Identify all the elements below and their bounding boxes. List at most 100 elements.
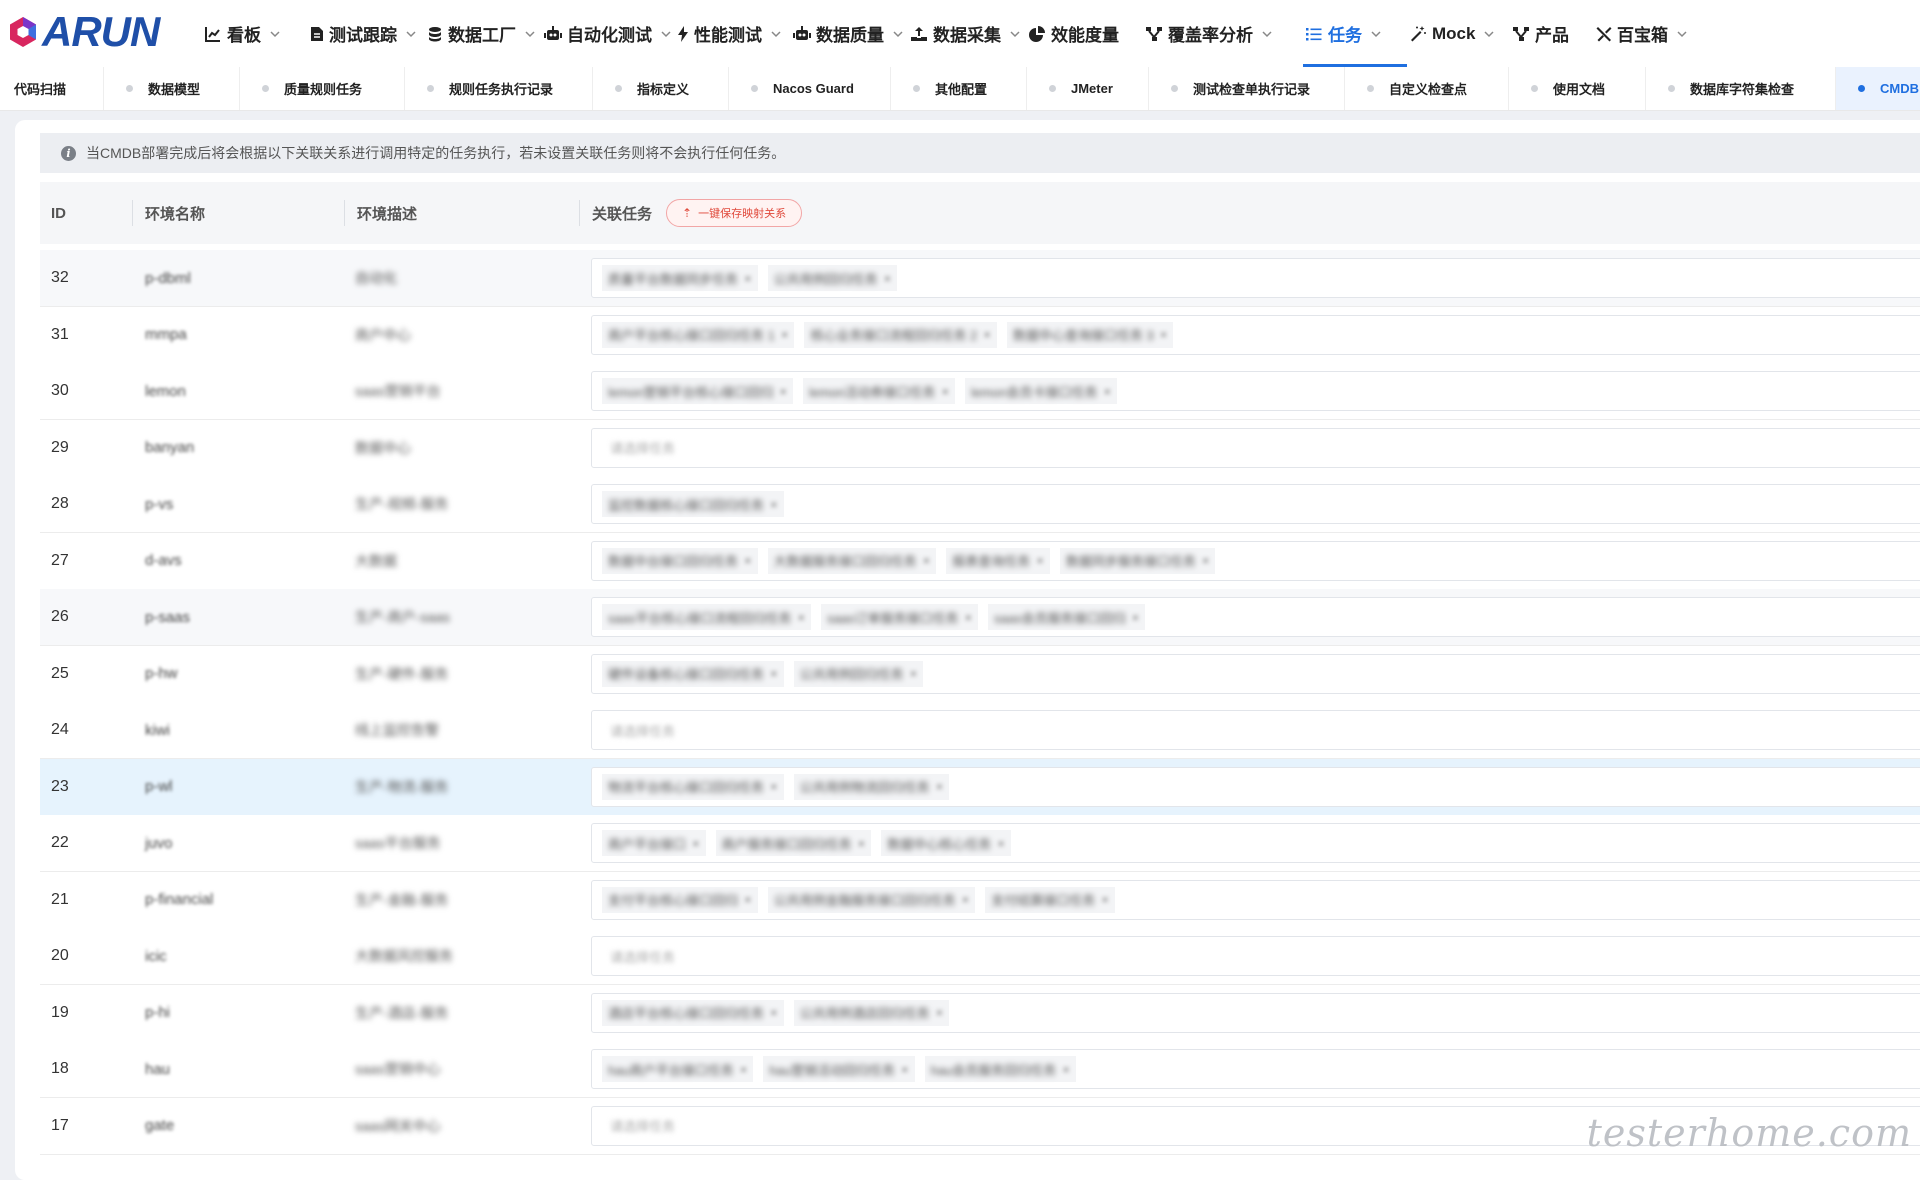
close-icon[interactable]: ×	[983, 327, 991, 342]
close-icon[interactable]: ×	[1202, 553, 1210, 568]
tab-5[interactable]: Nacos Guard	[729, 67, 891, 110]
nav-item-12[interactable]: 百宝箱	[1593, 0, 1700, 67]
task-tag[interactable]: 物流平台核心接口回归任务 ×	[602, 773, 784, 800]
task-tag[interactable]: 公共用例金融服务接口回归任务 ×	[767, 886, 976, 913]
task-tag[interactable]: saas平台核心接口流程回归任务 ×	[602, 604, 812, 630]
task-tag[interactable]: hau营销活动回归任务 ×	[763, 1056, 915, 1082]
close-icon[interactable]: ×	[744, 271, 752, 286]
tab-9[interactable]: 自定义检查点	[1345, 67, 1509, 110]
nav-item-0[interactable]: 看板	[202, 0, 308, 67]
table-row[interactable]: 23 p-wl 生产-物流-服务 物流平台核心接口回归任务 × 公共用例物流回归任务 ×	[40, 758, 1920, 816]
close-icon[interactable]: ×	[1132, 610, 1140, 625]
nav-item-6[interactable]: 数据采集	[908, 0, 1026, 67]
related-tasks-select[interactable]: 质量平台数据同步任务 × 公共用例回归任务 ×	[591, 258, 1920, 298]
task-tag[interactable]: saas会员服务接口回归 ×	[988, 604, 1146, 630]
tab-1[interactable]: 数据模型	[104, 67, 240, 110]
related-tasks-select[interactable]: 请选择任务	[591, 427, 1920, 468]
tab-7[interactable]: JMeter	[1027, 67, 1149, 110]
close-icon[interactable]: ×	[1036, 553, 1044, 568]
task-tag[interactable]: hau会员服务回归任务 ×	[924, 1056, 1076, 1082]
table-row[interactable]: 21 p-financial 生产-金融-服务 支付平台核心接口回归 × 公共用例金融服务…	[40, 871, 1920, 929]
nav-item-11[interactable]: 产品	[1510, 0, 1593, 67]
close-icon[interactable]: ×	[858, 836, 866, 851]
task-tag[interactable]: 商户服务接口回归任务 ×	[715, 830, 872, 856]
nav-item-2[interactable]: 数据工厂	[425, 0, 542, 67]
task-tag[interactable]: 商户平台接口 ×	[602, 830, 706, 856]
close-icon[interactable]: ×	[910, 666, 918, 681]
tab-12[interactable]: CMDB	[1836, 67, 1920, 110]
related-tasks-select[interactable]: 硬件设备核心接口回归任务 × 公共用例回归任务 ×	[591, 653, 1920, 694]
close-icon[interactable]: ×	[781, 327, 789, 342]
tab-0[interactable]: 代码扫描	[0, 67, 104, 110]
close-icon[interactable]: ×	[770, 779, 778, 794]
task-tag[interactable]: 公共用例酒店回归任务 ×	[793, 999, 950, 1026]
close-icon[interactable]: ×	[779, 384, 787, 399]
table-row[interactable]: 25 p-hw 生产-硬件-服务 硬件设备核心接口回归任务 × 公共用例回归任务 ×	[40, 645, 1920, 703]
nav-item-10[interactable]: Mock	[1407, 0, 1510, 67]
nav-item-8[interactable]: 覆盖率分析	[1143, 0, 1303, 67]
tab-10[interactable]: 使用文档	[1509, 67, 1646, 110]
task-tag[interactable]: 核心业务接口流程回归任务 2 ×	[804, 321, 997, 348]
close-icon[interactable]: ×	[1062, 1062, 1070, 1077]
task-tag[interactable]: lemon会员卡接口任务 ×	[965, 378, 1118, 404]
task-tag[interactable]: hau商户平台接口任务 ×	[602, 1056, 754, 1082]
related-tasks-select[interactable]: 请选择任务	[591, 710, 1920, 750]
related-tasks-select[interactable]: 请选择任务	[591, 936, 1920, 976]
task-tag[interactable]: 支付结算接口任务 ×	[985, 886, 1115, 913]
table-row[interactable]: 30 lemon saas营销平台 lemon营销平台核心接口回归 × lemon活动券接…	[40, 363, 1920, 420]
close-icon[interactable]: ×	[941, 384, 949, 399]
nav-item-7[interactable]: 效能度量	[1026, 0, 1143, 67]
task-tag[interactable]: 公共用例回归任务 ×	[793, 660, 924, 687]
app-logo[interactable]: ARUN	[6, 11, 160, 53]
related-tasks-select[interactable]: 支付平台核心接口回归 × 公共用例金融服务接口回归任务 × 支付结算接口任务 ×	[591, 879, 1920, 920]
tab-8[interactable]: 测试检查单执行记录	[1149, 67, 1345, 110]
task-tag[interactable]: 公共用例物流回归任务 ×	[793, 773, 950, 800]
nav-item-4[interactable]: 性能测试	[675, 0, 791, 67]
close-icon[interactable]: ×	[770, 1005, 778, 1020]
nav-item-9[interactable]: 任务	[1303, 0, 1407, 67]
table-row[interactable]: 19 p-hi 生产-酒店-服务 酒店平台核心接口回归任务 × 公共用例酒店回归任务 ×	[40, 984, 1920, 1042]
close-icon[interactable]: ×	[965, 610, 973, 625]
close-icon[interactable]: ×	[936, 779, 944, 794]
task-tag[interactable]: 大数据服务接口回归任务 ×	[767, 547, 937, 574]
tab-3[interactable]: 规则任务执行记录	[405, 67, 593, 110]
task-tag[interactable]: 酒店平台核心接口回归任务 ×	[602, 999, 784, 1026]
related-tasks-select[interactable]: 商户平台接口 × 商户服务接口回归任务 × 数据中心核心任务 ×	[591, 823, 1920, 863]
related-tasks-select[interactable]: saas平台核心接口流程回归任务 × saas订单服务接口任务 × saas会员服务接口…	[591, 597, 1920, 637]
task-tag[interactable]: 质量平台数据同步任务 ×	[602, 265, 758, 291]
close-icon[interactable]: ×	[884, 271, 892, 286]
task-tag[interactable]: lemon活动券接口任务 ×	[803, 378, 956, 404]
related-tasks-select[interactable]: hau商户平台接口任务 × hau营销活动回归任务 × hau会员服务回归任务 ×	[591, 1049, 1920, 1089]
tab-2[interactable]: 质量规则任务	[240, 67, 405, 110]
table-row[interactable]: 24 kiwi 线上监控告警 请选择任务	[40, 702, 1920, 759]
tab-11[interactable]: 数据库字符集检查	[1646, 67, 1836, 110]
close-icon[interactable]: ×	[936, 1005, 944, 1020]
task-tag[interactable]: 数据同步服务接口任务 ×	[1059, 547, 1216, 574]
close-icon[interactable]: ×	[740, 1062, 748, 1077]
task-tag[interactable]: 数据中心查询接口任务 3 ×	[1006, 321, 1174, 348]
table-row[interactable]: 18 hau saas营销中心 hau商户平台接口任务 × hau营销活动回归任务 × hau…	[40, 1041, 1920, 1098]
related-tasks-select[interactable]: 监控数据核心接口回归任务 ×	[591, 484, 1920, 524]
nav-item-5[interactable]: 数据质量	[791, 0, 908, 67]
task-tag[interactable]: 报表查询任务 ×	[946, 547, 1050, 574]
close-icon[interactable]: ×	[1101, 892, 1109, 907]
related-tasks-select[interactable]: 物流平台核心接口回归任务 × 公共用例物流回归任务 ×	[591, 766, 1920, 807]
related-tasks-select[interactable]: 酒店平台核心接口回归任务 × 公共用例酒店回归任务 ×	[591, 992, 1920, 1033]
related-tasks-select[interactable]: 商户平台核心接口回归任务 1 × 核心业务接口流程回归任务 2 × 数据中心查询接口任务…	[591, 314, 1920, 355]
nav-item-3[interactable]: 自动化测试	[542, 0, 675, 67]
close-icon[interactable]: ×	[797, 610, 805, 625]
task-tag[interactable]: 公共用例回归任务 ×	[767, 265, 898, 291]
task-tag[interactable]: 硬件设备核心接口回归任务 ×	[602, 660, 784, 687]
close-icon[interactable]: ×	[1160, 327, 1168, 342]
table-row[interactable]: 26 p-saas 生产-商户-saas saas平台核心接口流程回归任务 × saas订…	[40, 589, 1920, 646]
task-tag[interactable]: 数据中台接口回归任务 ×	[602, 547, 758, 574]
task-tag[interactable]: saas订单服务接口任务 ×	[821, 604, 979, 630]
table-row[interactable]: 22 juvo saas平台服务 商户平台接口 × 商户服务接口回归任务 × 数据中心核心任务…	[40, 815, 1920, 872]
close-icon[interactable]: ×	[962, 892, 970, 907]
table-row[interactable]: 28 p-vs 生产-视频-服务 监控数据核心接口回归任务 ×	[40, 476, 1920, 533]
close-icon[interactable]: ×	[744, 892, 752, 907]
table-row[interactable]: 27 d-avs 大数据 数据中台接口回归任务 × 大数据服务接口回归任务 × 报表查询任务 ×…	[40, 532, 1920, 590]
tab-4[interactable]: 指标定义	[593, 67, 729, 110]
close-icon[interactable]: ×	[1103, 384, 1111, 399]
nav-item-1[interactable]: 测试跟踪	[308, 0, 425, 67]
